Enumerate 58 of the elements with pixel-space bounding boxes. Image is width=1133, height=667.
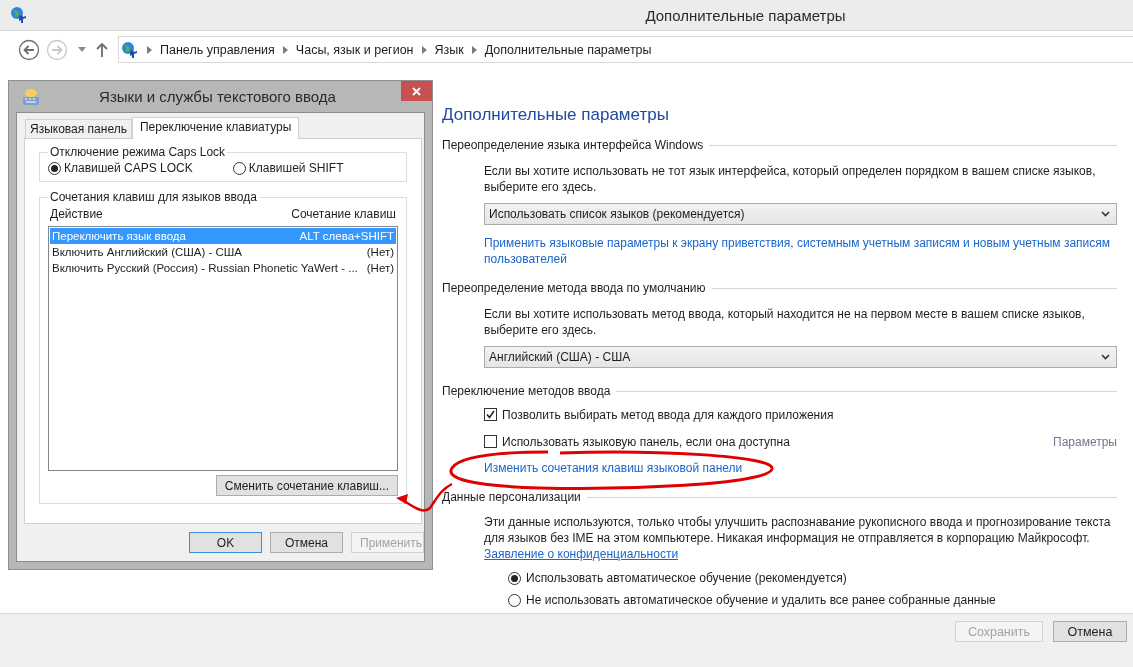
ok-button[interactable]: OK (189, 532, 262, 553)
dropdown[interactable]: Использовать список языков (рекомендуется) (484, 203, 1117, 225)
link[interactable]: Заявление о конфиденциальности (484, 546, 679, 562)
section-title: Переопределение метода ввода по умолчанию (442, 280, 706, 296)
cancel-button[interactable]: Отмена (270, 532, 343, 553)
page-heading: Дополнительные параметры (442, 105, 670, 125)
description-text: Эти данные используются, только чтобы улучшить распознавание рукописного ввода и прогнозирование текста для языков без IME на этом компьютере. Никакая информация не отправляется в корпорацию Майкрософт. (484, 514, 1112, 546)
link[interactable]: Изменить сочетания клавиш языковой панели (484, 460, 1117, 476)
triangle-icon (471, 45, 477, 54)
up-arrow-button[interactable] (96, 42, 108, 57)
checkbox[interactable] (484, 408, 497, 421)
column-header: Сочетание клавиш (291, 207, 396, 221)
link[interactable]: Применить языковые параметры к экрану приветствия, системным учетным записям и новым учетным записям пользователей (484, 235, 1117, 267)
radio-label[interactable]: Клавишей SHIFT (248, 161, 344, 175)
settings-link[interactable]: Параметры (1053, 434, 1117, 449)
section-title: Данные персонализации (442, 489, 581, 505)
checkbox-label[interactable]: Использовать языковую панель, если она доступна (502, 434, 790, 449)
close-button[interactable] (401, 81, 432, 101)
tab[interactable]: Языковая панель (25, 119, 132, 138)
section-title: Переопределение языка интерфейса Windows (442, 137, 704, 153)
radio-label[interactable]: Использовать автоматическое обучение (рекомендуется) (526, 571, 847, 585)
group-label: Сочетания клавиш для языков ввода (49, 190, 258, 204)
back-button[interactable] (18, 38, 40, 61)
radio-label[interactable]: Не использовать автоматическое обучение и удалить все ранее собранные данные (526, 593, 996, 607)
caret-icon[interactable] (1101, 211, 1110, 217)
triangle-icon (282, 45, 288, 54)
group-label: Отключение режима Caps Lock (49, 145, 227, 159)
app-icon (10, 6, 28, 24)
tab[interactable]: Переключение клавиатуры (131, 117, 300, 139)
description-text: Если вы хотите использовать метод ввода, который находится не на первом месте в вашем списке языков, выберите его здесь. (484, 306, 1086, 338)
radio-button[interactable] (48, 161, 61, 175)
breadcrumb-item[interactable]: Язык (434, 42, 464, 57)
dropdown[interactable]: Английский (США) - США (484, 346, 1117, 368)
breadcrumb-item[interactable]: Дополнительные параметры (484, 42, 652, 57)
change-hotkey-button[interactable]: Сменить сочетание клавиш... (215, 475, 398, 496)
window-title: Дополнительные параметры (644, 6, 847, 24)
dialog-title: Языки и службы текстового ввода (98, 88, 337, 105)
description-text: Если вы хотите использовать не тот язык интерфейса, который определен порядком в вашем списке языков, выберите его здесь. (484, 163, 1097, 195)
section-title: Переключение методов ввода (442, 383, 611, 399)
radio-label[interactable]: Клавишей CAPS LOCK (64, 161, 193, 175)
triangle-icon (421, 45, 427, 54)
caret-icon[interactable] (1101, 354, 1110, 360)
keyboard-icon (22, 87, 40, 106)
radio-button[interactable] (232, 161, 246, 175)
checkbox[interactable] (484, 435, 497, 448)
checkbox-label[interactable]: Позволить выбирать метод ввода для каждого приложения (502, 407, 834, 422)
column-header: Действие (50, 207, 103, 221)
radio-button[interactable] (508, 593, 521, 607)
breadcrumb-item[interactable]: Панель управления (160, 42, 275, 57)
dropdown-caret-icon[interactable] (78, 47, 86, 52)
radio-button[interactable] (508, 571, 521, 585)
breadcrumb-item[interactable]: Часы, язык и регион (295, 42, 414, 57)
triangle-icon (147, 45, 152, 54)
list-row[interactable]: Включить Русский (Россия) - Russian Phonetic YaWert - ... (Нет) (50, 260, 396, 276)
location-icon (121, 40, 139, 59)
list-row[interactable]: Включить Английский (США) - США (Нет) (50, 244, 396, 260)
close-icon[interactable] (412, 86, 421, 96)
cancel-button[interactable]: Отмена (1053, 621, 1127, 642)
